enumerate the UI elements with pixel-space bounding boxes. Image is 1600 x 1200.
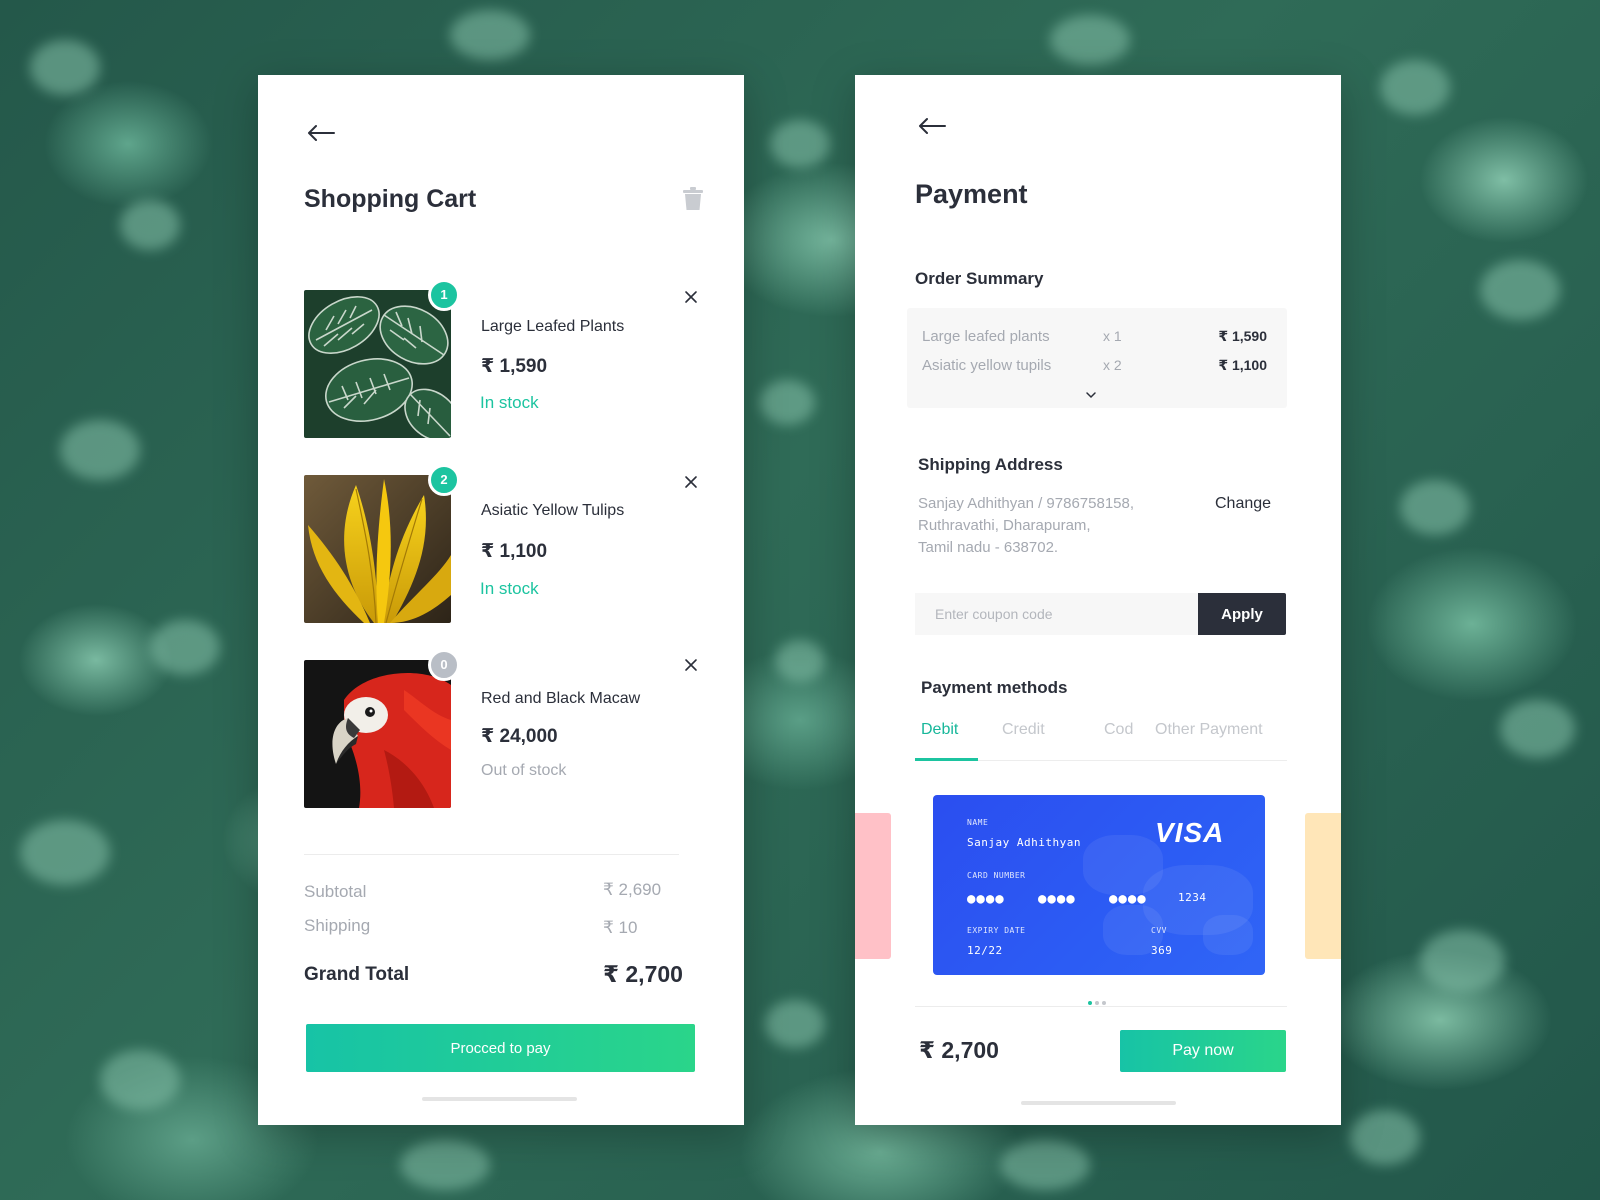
active-tab-indicator <box>915 758 978 761</box>
cart-item: 0 Red and Black Macaw ₹ 24,000 Out of st… <box>304 649 704 810</box>
home-indicator <box>422 1097 577 1101</box>
order-item-price: ₹ 1,590 <box>1218 328 1267 344</box>
card-number-last-digits: 1234 <box>1178 891 1207 904</box>
item-price: ₹ 1,590 <box>481 356 548 377</box>
tab-cod[interactable]: Cod <box>1104 721 1133 739</box>
blurred-leaf-background <box>0 0 1600 1200</box>
apply-coupon-button[interactable]: Apply <box>1198 593 1286 635</box>
address-line: Tamil nadu - 638702. <box>918 539 1059 556</box>
pager-dot[interactable] <box>1095 1001 1099 1005</box>
back-arrow-icon[interactable] <box>306 123 336 143</box>
trash-icon[interactable] <box>682 187 704 211</box>
card-number-masked-group: ●●●● <box>1038 891 1076 907</box>
striped-leaf-plant-image <box>304 290 451 438</box>
subtotal-label: Subtotal <box>304 882 367 901</box>
card-name-label: NAME <box>967 818 989 827</box>
shipping-value: ₹ 10 <box>603 918 638 937</box>
address-line: Sanjay Adhithyan / 9786758158, <box>918 495 1135 512</box>
cvv-label: CVV <box>1151 926 1167 935</box>
item-name: Red and Black Macaw <box>481 690 641 707</box>
expiry-date-value: 12/22 <box>967 944 1003 957</box>
expiry-date-label: EXPIRY DATE <box>967 926 1026 935</box>
quantity-badge: 2 <box>428 464 460 496</box>
item-price: ₹ 1,100 <box>481 541 548 562</box>
item-price: ₹ 24,000 <box>481 726 558 747</box>
shopping-cart-panel: Shopping Cart 1 Large Leafed Plants ₹ 1,… <box>258 75 744 1125</box>
card-number-masked-group: ●●●● <box>967 891 1005 907</box>
visa-debit-card[interactable]: NAME Sanjay Adhithyan VISA CARD NUMBER ●… <box>933 795 1265 975</box>
card-number-label: CARD NUMBER <box>967 871 1026 880</box>
remove-item-close-icon[interactable] <box>684 658 698 672</box>
order-summary-box: Large leafed plants x 1 ₹ 1,590 Asiatic … <box>907 308 1287 408</box>
order-item-name: Large leafed plants <box>922 328 1050 345</box>
remove-item-close-icon[interactable] <box>684 475 698 489</box>
cart-item: 2 Asiatic Yellow Tulips ₹ 1,100 In stock <box>304 464 704 625</box>
tab-other-payment[interactable]: Other Payment <box>1155 721 1263 739</box>
quantity-badge: 1 <box>428 279 460 311</box>
payment-method-tabs: Debit Credit Cod Other Payment <box>915 721 1287 761</box>
back-arrow-icon[interactable] <box>917 116 947 136</box>
proceed-to-pay-button[interactable]: Procced to pay <box>306 1024 695 1072</box>
next-card-peek[interactable] <box>1305 813 1341 959</box>
pager-dot[interactable] <box>1102 1001 1106 1005</box>
order-item-name: Asiatic yellow tupils <box>922 357 1052 374</box>
divider <box>915 1006 1287 1007</box>
item-name: Large Leafed Plants <box>481 318 625 335</box>
order-item-qty: x 1 <box>1103 328 1122 344</box>
payment-methods-title: Payment methods <box>921 678 1068 697</box>
tab-credit[interactable]: Credit <box>1002 721 1045 739</box>
home-indicator <box>1021 1101 1176 1105</box>
item-name: Asiatic Yellow Tulips <box>481 502 625 519</box>
payment-total: ₹ 2,700 <box>919 1037 999 1063</box>
stock-status: In stock <box>480 393 539 412</box>
stock-status: In stock <box>480 579 539 598</box>
page-title: Shopping Cart <box>304 185 477 213</box>
card-holder-name: Sanjay Adhithyan <box>967 836 1081 849</box>
pager-dot[interactable] <box>1088 1001 1092 1005</box>
order-summary-title: Order Summary <box>915 269 1044 288</box>
card-carousel-pager <box>1088 992 1112 1005</box>
shipping-label: Shipping <box>304 916 371 935</box>
visa-logo: VISA <box>1155 817 1225 848</box>
remove-item-close-icon[interactable] <box>684 290 698 304</box>
order-item-price: ₹ 1,100 <box>1218 357 1267 373</box>
change-address-link[interactable]: Change <box>1215 495 1271 513</box>
grand-total-value: ₹ 2,700 <box>603 961 683 987</box>
card-number-masked-group: ●●●● <box>1109 891 1147 907</box>
coupon-code-input[interactable] <box>915 593 1198 635</box>
cart-item: 1 Large Leafed Plants ₹ 1,590 In stock <box>304 279 704 440</box>
pay-now-button[interactable]: Pay now <box>1120 1030 1286 1072</box>
stock-status: Out of stock <box>481 762 567 779</box>
subtotal-value: ₹ 2,690 <box>603 880 662 899</box>
shipping-address: Sanjay Adhithyan / 9786758158, Ruthravat… <box>918 493 1134 559</box>
yellow-tulip-image <box>304 475 451 623</box>
order-item-qty: x 2 <box>1103 357 1122 373</box>
red-macaw-image <box>304 660 451 808</box>
shipping-address-title: Shipping Address <box>918 455 1063 474</box>
tab-debit[interactable]: Debit <box>921 721 958 739</box>
quantity-badge: 0 <box>428 649 460 681</box>
cvv-value: 369 <box>1151 944 1173 957</box>
address-line: Ruthravathi, Dharapuram, <box>918 517 1091 534</box>
payment-panel: Payment Order Summary Large leafed plant… <box>855 75 1341 1125</box>
chevron-down-icon[interactable] <box>1085 386 1097 399</box>
divider <box>304 854 679 855</box>
page-title: Payment <box>915 179 1028 209</box>
grand-total-label: Grand Total <box>304 964 410 985</box>
previous-card-peek[interactable] <box>855 813 891 959</box>
